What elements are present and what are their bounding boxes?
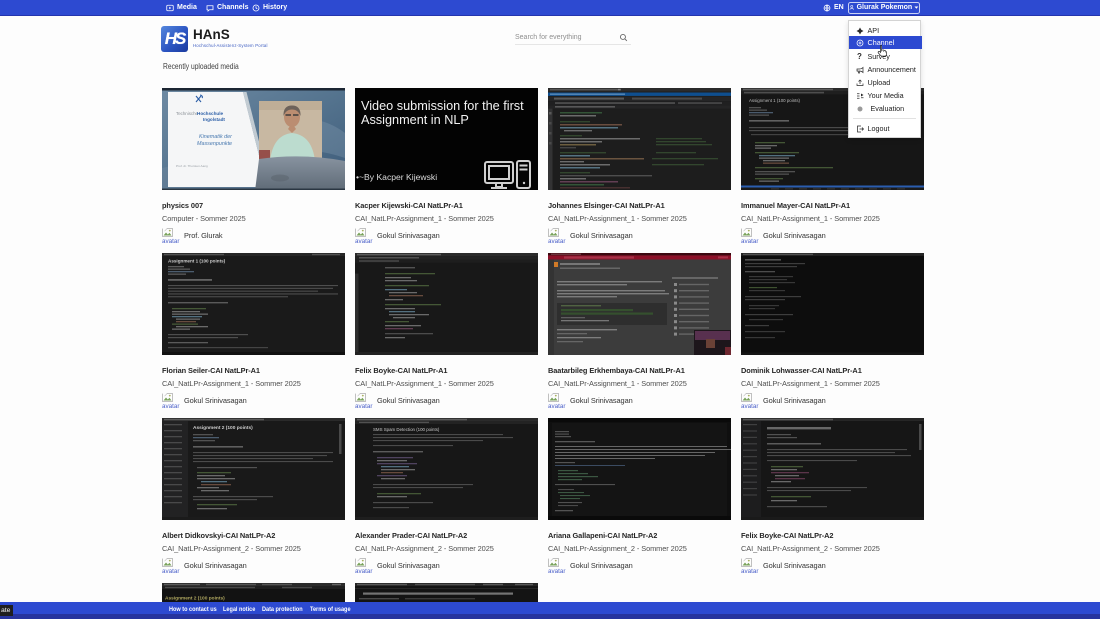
svg-text:Prof. dr. Thorsten Aang: Prof. dr. Thorsten Aang (176, 164, 208, 168)
svg-text:Massenpunkte: Massenpunkte (197, 141, 232, 147)
svg-text:Video submission for the first: Video submission for the first (361, 99, 524, 113)
svg-text:•~By Kacper Kijewski: •~By Kacper Kijewski (356, 172, 437, 182)
svg-text:Ingolstadt: Ingolstadt (203, 117, 225, 122)
svg-text:Assignment 2 (100 points): Assignment 2 (100 points) (193, 425, 253, 431)
svg-text:SMS Spam Detection (100 points: SMS Spam Detection (100 points) (373, 427, 440, 432)
svg-text:Assignment in NLP: Assignment in NLP (361, 113, 469, 127)
svg-text:Kinematik der: Kinematik der (199, 134, 232, 140)
svg-text:Hochschule: Hochschule (197, 111, 223, 116)
svg-text:Assignment 1 (100 points): Assignment 1 (100 points) (749, 98, 801, 103)
svg-text:Assignment 1 (100 points): Assignment 1 (100 points) (168, 259, 226, 264)
svg-text:Technische: Technische (176, 111, 199, 116)
